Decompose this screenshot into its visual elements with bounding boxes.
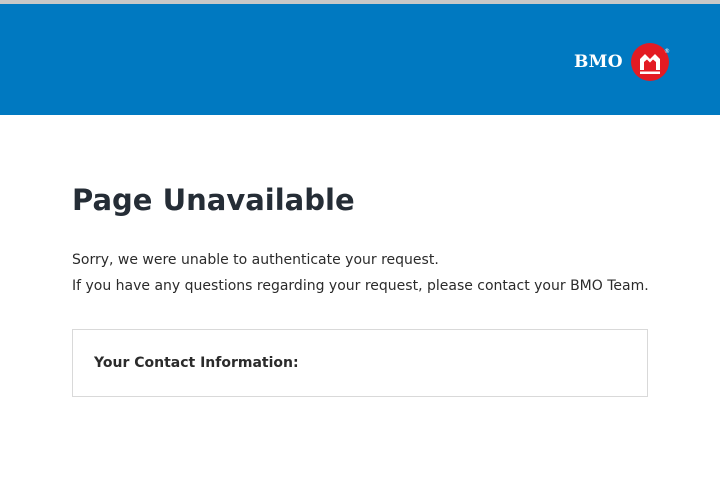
error-message-line-1: Sorry, we were unable to authenticate yo…	[72, 252, 439, 268]
page-title: Page Unavailable	[72, 183, 355, 217]
registered-mark: ®	[664, 48, 670, 55]
contact-info-panel: Your Contact Information:	[72, 329, 648, 397]
logo-text: BMO	[574, 51, 623, 72]
site-header: BMO ®	[0, 4, 720, 115]
bmo-logo: BMO ®	[574, 42, 670, 82]
error-message-line-2: If you have any questions regarding your…	[72, 278, 649, 294]
contact-info-label: Your Contact Information:	[94, 355, 299, 371]
